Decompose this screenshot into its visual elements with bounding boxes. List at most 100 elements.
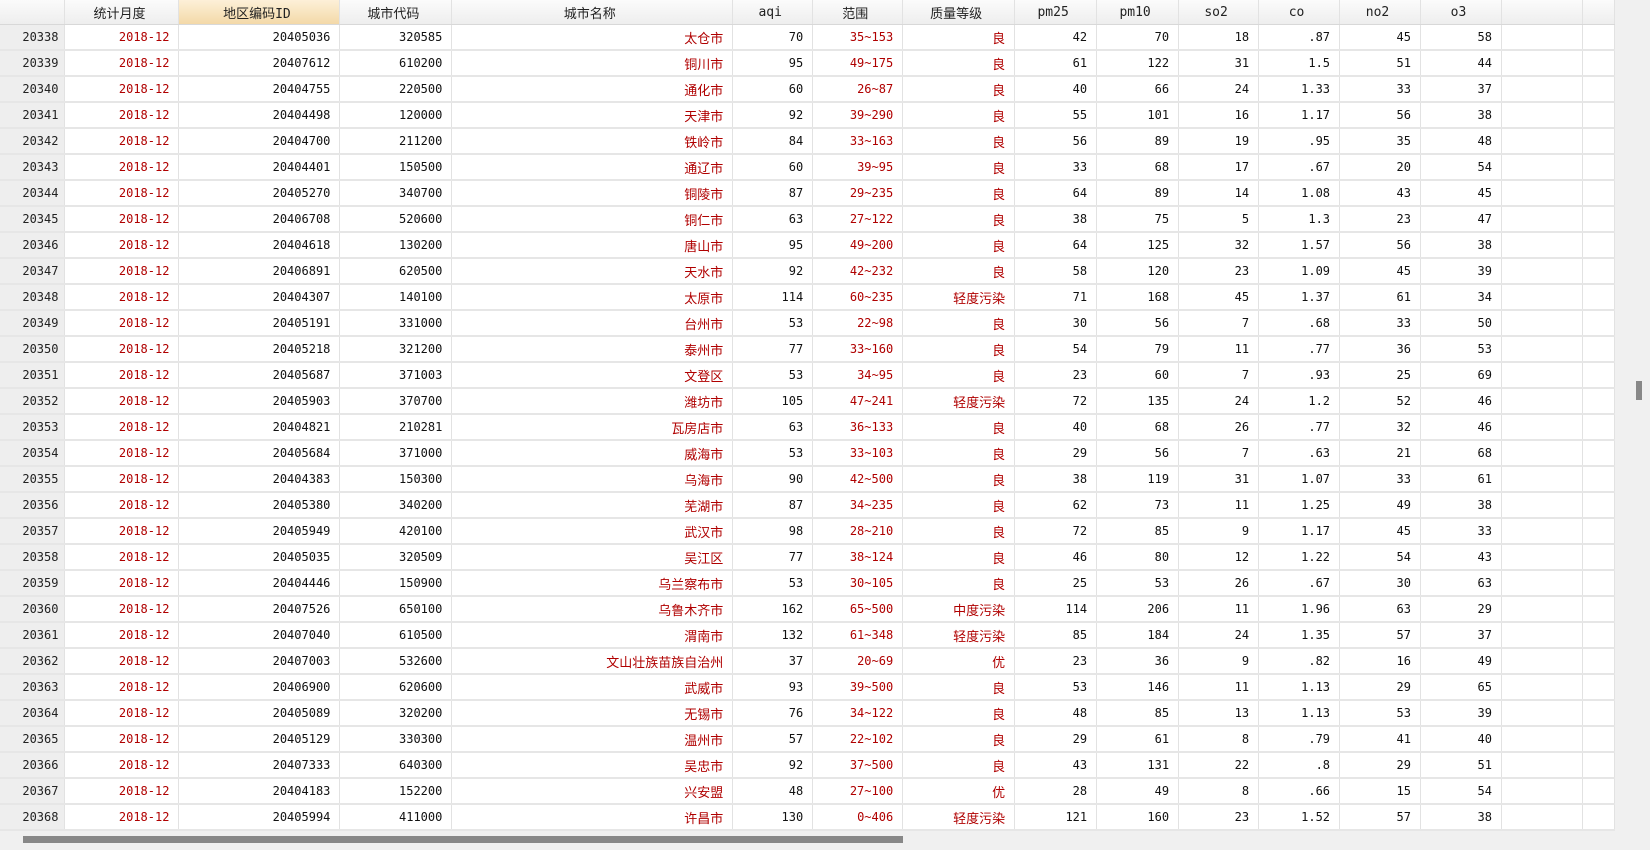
cell-range[interactable]: 39~95 <box>812 154 904 181</box>
cell-city-name[interactable]: 吴忠市 <box>451 752 734 779</box>
row-header[interactable]: 20364 <box>0 700 66 727</box>
cell-city-name[interactable]: 文山壮族苗族自治州 <box>451 648 734 675</box>
cell-city-name[interactable]: 温州市 <box>451 726 734 753</box>
cell-extra-1[interactable] <box>1501 24 1583 51</box>
cell-o3[interactable]: 38 <box>1420 102 1502 129</box>
cell-extra-2[interactable] <box>1582 544 1615 571</box>
cell-pm25[interactable]: 72 <box>1014 388 1098 415</box>
cell-so2[interactable]: 7 <box>1178 310 1260 337</box>
cell-quality-level[interactable]: 轻度污染 <box>902 804 1016 831</box>
row-header[interactable]: 20342 <box>0 128 66 155</box>
cell-aqi[interactable]: 60 <box>732 76 814 103</box>
row-header[interactable]: 20358 <box>0 544 66 571</box>
cell-region-id[interactable]: 20404183 <box>178 778 341 805</box>
cell-extra-2[interactable] <box>1582 648 1615 675</box>
cell-o3[interactable]: 53 <box>1420 336 1502 363</box>
cell-so2[interactable]: 16 <box>1178 102 1260 129</box>
cell-aqi[interactable]: 76 <box>732 700 814 727</box>
cell-pm25[interactable]: 61 <box>1014 50 1098 77</box>
cell-no2[interactable]: 32 <box>1339 414 1421 441</box>
cell-pm10[interactable]: 101 <box>1096 102 1180 129</box>
row-header[interactable]: 20351 <box>0 362 66 389</box>
cell-extra-1[interactable] <box>1501 102 1583 129</box>
cell-extra-1[interactable] <box>1501 180 1583 207</box>
table-row[interactable]: 20360 2018-12 20407526 650100 乌鲁木齐市 162 65~500… <box>0 596 1615 623</box>
cell-pm10[interactable]: 184 <box>1096 622 1180 649</box>
cell-city-name[interactable]: 台州市 <box>451 310 734 337</box>
cell-pm25[interactable]: 29 <box>1014 440 1098 467</box>
cell-stat-month[interactable]: 2018-12 <box>64 596 180 623</box>
cell-co[interactable]: .95 <box>1258 128 1341 155</box>
row-header[interactable]: 20355 <box>0 466 66 493</box>
cell-extra-2[interactable] <box>1582 700 1615 727</box>
cell-so2[interactable]: 9 <box>1178 518 1260 545</box>
cell-o3[interactable]: 44 <box>1420 50 1502 77</box>
cell-quality-level[interactable]: 良 <box>902 466 1016 493</box>
cell-city-code[interactable]: 640300 <box>339 752 453 779</box>
cell-pm25[interactable]: 56 <box>1014 128 1098 155</box>
cell-city-name[interactable]: 潍坊市 <box>451 388 734 415</box>
cell-city-name[interactable]: 天水市 <box>451 258 734 285</box>
cell-pm10[interactable]: 131 <box>1096 752 1180 779</box>
cell-range[interactable]: 34~95 <box>812 362 904 389</box>
cell-quality-level[interactable]: 良 <box>902 24 1016 51</box>
cell-pm25[interactable]: 121 <box>1014 804 1098 831</box>
cell-city-code[interactable]: 371000 <box>339 440 453 467</box>
cell-range[interactable]: 34~235 <box>812 492 904 519</box>
cell-city-name[interactable]: 武威市 <box>451 674 734 701</box>
cell-pm25[interactable]: 54 <box>1014 336 1098 363</box>
cell-region-id[interactable]: 20406891 <box>178 258 341 285</box>
table-row[interactable]: 20341 2018-12 20404498 120000 天津市 92 39~290 良 55… <box>0 102 1615 129</box>
row-header[interactable]: 20339 <box>0 50 66 77</box>
cell-aqi[interactable]: 98 <box>732 518 814 545</box>
cell-city-name[interactable]: 唐山市 <box>451 232 734 259</box>
table-row[interactable]: 20353 2018-12 20404821 210281 瓦房店市 63 36~133 良 4… <box>0 414 1615 441</box>
table-row[interactable]: 20364 2018-12 20405089 320200 无锡市 76 34~122 良 48… <box>0 700 1615 727</box>
cell-so2[interactable]: 8 <box>1178 726 1260 753</box>
table-row[interactable]: 20359 2018-12 20404446 150900 乌兰察布市 53 30~105 良… <box>0 570 1615 597</box>
cell-city-code[interactable]: 330300 <box>339 726 453 753</box>
cell-aqi[interactable]: 77 <box>732 336 814 363</box>
cell-extra-2[interactable] <box>1582 232 1615 259</box>
cell-extra-1[interactable] <box>1501 414 1583 441</box>
column-header-aqi[interactable]: aqi <box>732 0 814 25</box>
cell-pm25[interactable]: 114 <box>1014 596 1098 623</box>
cell-extra-1[interactable] <box>1501 50 1583 77</box>
cell-extra-2[interactable] <box>1582 154 1615 181</box>
table-row[interactable]: 20366 2018-12 20407333 640300 吴忠市 92 37~500 良 43… <box>0 752 1615 779</box>
cell-stat-month[interactable]: 2018-12 <box>64 102 180 129</box>
cell-co[interactable]: 1.33 <box>1258 76 1341 103</box>
cell-extra-1[interactable] <box>1501 466 1583 493</box>
cell-so2[interactable]: 17 <box>1178 154 1260 181</box>
cell-o3[interactable]: 39 <box>1420 700 1502 727</box>
column-header-city-name[interactable]: 城市名称 <box>451 0 734 25</box>
cell-aqi[interactable]: 93 <box>732 674 814 701</box>
cell-region-id[interactable]: 20404401 <box>178 154 341 181</box>
cell-o3[interactable]: 46 <box>1420 388 1502 415</box>
cell-aqi[interactable]: 63 <box>732 414 814 441</box>
cell-extra-1[interactable] <box>1501 128 1583 155</box>
cell-region-id[interactable]: 20405687 <box>178 362 341 389</box>
cell-city-code[interactable]: 620600 <box>339 674 453 701</box>
cell-quality-level[interactable]: 轻度污染 <box>902 388 1016 415</box>
cell-so2[interactable]: 7 <box>1178 362 1260 389</box>
cell-extra-2[interactable] <box>1582 102 1615 129</box>
column-header-extra-1[interactable] <box>1501 0 1583 25</box>
row-header[interactable]: 20348 <box>0 284 66 311</box>
cell-range[interactable]: 42~232 <box>812 258 904 285</box>
cell-pm25[interactable]: 64 <box>1014 180 1098 207</box>
cell-region-id[interactable]: 20405218 <box>178 336 341 363</box>
cell-extra-2[interactable] <box>1582 570 1615 597</box>
cell-extra-2[interactable] <box>1582 492 1615 519</box>
cell-city-name[interactable]: 铜陵市 <box>451 180 734 207</box>
cell-extra-2[interactable] <box>1582 310 1615 337</box>
cell-o3[interactable]: 33 <box>1420 518 1502 545</box>
cell-quality-level[interactable]: 良 <box>902 362 1016 389</box>
column-header-quality-level[interactable]: 质量等级 <box>902 0 1016 25</box>
cell-no2[interactable]: 49 <box>1339 492 1421 519</box>
cell-o3[interactable]: 54 <box>1420 154 1502 181</box>
cell-pm25[interactable]: 71 <box>1014 284 1098 311</box>
cell-quality-level[interactable]: 良 <box>902 206 1016 233</box>
table-row[interactable]: 20347 2018-12 20406891 620500 天水市 92 42~232 良 58… <box>0 258 1615 285</box>
cell-extra-2[interactable] <box>1582 596 1615 623</box>
